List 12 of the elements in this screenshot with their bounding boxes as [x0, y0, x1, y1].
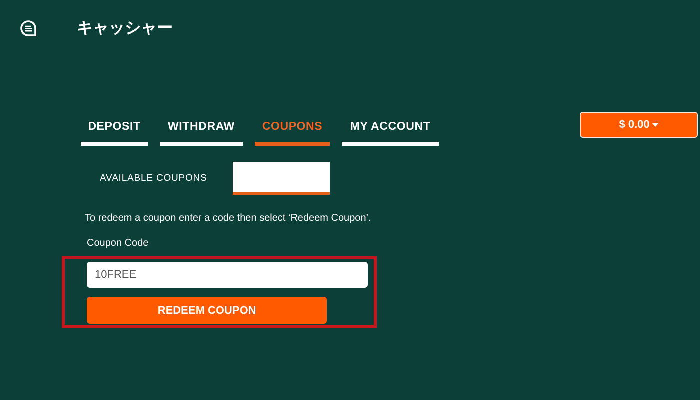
- coupon-code-field[interactable]: 10FREE: [87, 262, 368, 288]
- menu-icon[interactable]: [20, 20, 37, 36]
- page-title: キャッシャー: [77, 18, 173, 38]
- blank-tab[interactable]: [233, 162, 330, 195]
- sub-tab[interactable]: AVAILABLE COUPONS: [100, 173, 233, 184]
- tab[interactable]: DEPOSIT: [81, 121, 148, 146]
- caret-icon: [652, 123, 659, 127]
- instructions: To redeem a coupon enter a code then select ‘Redeem Coupon’.: [85, 213, 372, 224]
- tab[interactable]: MY ACCOUNT: [342, 121, 439, 146]
- tab[interactable]: COUPONS: [255, 121, 330, 146]
- field-label: Coupon Code: [86, 238, 150, 249]
- tab[interactable]: WITHDRAW: [160, 121, 243, 146]
